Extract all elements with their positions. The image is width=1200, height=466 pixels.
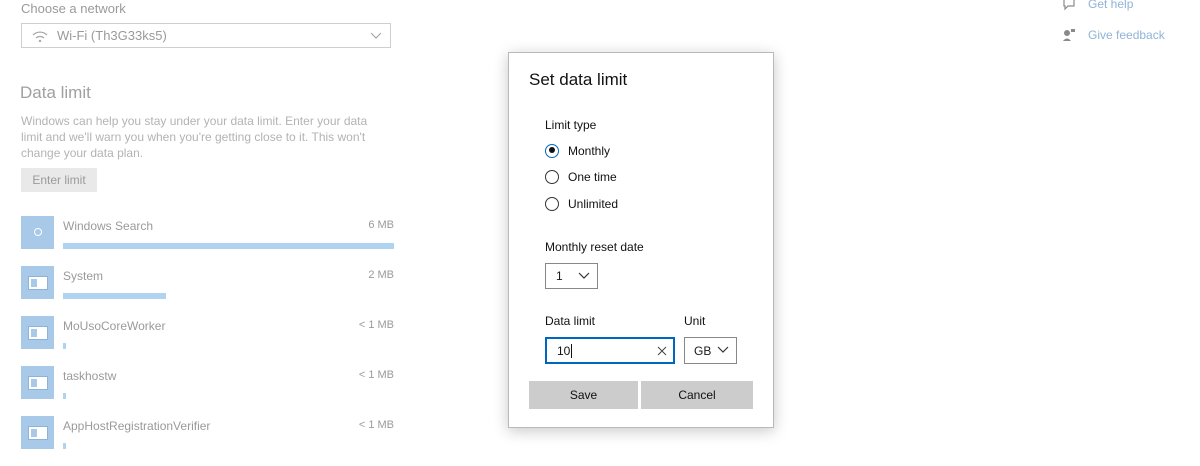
usage-bar-track	[63, 243, 394, 249]
unit-dropdown[interactable]: GB	[684, 337, 737, 364]
dialog-title: Set data limit	[529, 70, 628, 89]
data-limit-value: 10	[557, 343, 571, 358]
chevron-down-icon	[370, 32, 382, 39]
list-item[interactable]: Windows Search 6 MB	[21, 216, 395, 266]
app-size: < 1 MB	[358, 319, 394, 331]
app-size: < 1 MB	[358, 369, 394, 381]
usage-bar	[63, 293, 166, 299]
radio-button[interactable]	[545, 196, 559, 211]
chevron-down-icon	[717, 346, 729, 353]
data-limit-heading: Data limit	[20, 83, 91, 102]
data-limit-label: Data limit	[545, 314, 596, 328]
give-feedback-link[interactable]: Give feedback	[1062, 25, 1165, 45]
chevron-down-icon	[578, 272, 590, 279]
app-window-icon	[21, 316, 54, 349]
feedback-icon	[1063, 29, 1075, 41]
unit-value: GB	[694, 343, 712, 358]
radio-label: One time	[568, 170, 617, 184]
app-name: System	[63, 269, 104, 283]
help-chat-icon	[1063, 0, 1075, 11]
limit-type-radio-group: Monthly One time Unlimited	[545, 142, 618, 222]
app-name: MoUsoCoreWorker	[63, 319, 166, 333]
usage-bar-track	[63, 343, 394, 349]
list-item[interactable]: System 2 MB	[21, 266, 395, 316]
clear-icon[interactable]	[657, 346, 667, 356]
search-icon	[21, 216, 54, 249]
radio-label: Monthly	[568, 143, 611, 158]
usage-bar	[63, 393, 66, 399]
app-window-icon	[21, 416, 54, 449]
save-button[interactable]: Save	[529, 381, 638, 409]
usage-bar-track	[63, 293, 394, 299]
get-help-label: Get help	[1088, 0, 1134, 11]
list-item[interactable]: MoUsoCoreWorker < 1 MB	[21, 316, 395, 366]
list-item[interactable]: AppHostRegistrationVerifier < 1 MB	[21, 416, 395, 466]
reset-date-dropdown[interactable]: 1	[545, 263, 598, 289]
enter-limit-button[interactable]: Enter limit	[21, 168, 97, 192]
radio-button[interactable]	[545, 170, 559, 184]
usage-bar	[63, 443, 66, 449]
radio-one-time[interactable]: One time	[545, 169, 618, 186]
limit-type-label: Limit type	[545, 118, 597, 132]
radio-label: Unlimited	[568, 196, 619, 211]
help-links: Get help Give feedback	[1062, 0, 1165, 56]
app-window-icon	[21, 366, 54, 399]
get-help-link[interactable]: Get help	[1062, 0, 1165, 14]
radio-unlimited[interactable]: Unlimited	[545, 195, 618, 212]
usage-bar	[63, 343, 66, 349]
cancel-button[interactable]: Cancel	[641, 381, 753, 409]
reset-date-label: Monthly reset date	[545, 240, 644, 254]
usage-bar	[63, 243, 394, 249]
network-dropdown[interactable]: Wi-Fi (Th3G33ks5)	[21, 23, 391, 48]
text-caret	[571, 343, 573, 358]
give-feedback-label: Give feedback	[1088, 28, 1165, 42]
set-data-limit-dialog: Set data limit Limit type Monthly One ti…	[508, 52, 774, 428]
usage-bar-track	[63, 393, 394, 399]
usage-bar-track	[63, 443, 394, 449]
app-size: < 1 MB	[358, 419, 394, 431]
app-name: Windows Search	[63, 219, 154, 233]
app-window-icon	[21, 266, 54, 299]
reset-date-value: 1	[556, 269, 563, 283]
app-usage-list: Windows Search 6 MB System 2 MB MoUsoCor…	[21, 216, 395, 466]
app-name: AppHostRegistrationVerifier	[63, 419, 211, 433]
radio-monthly[interactable]: Monthly	[545, 142, 618, 159]
network-dropdown-value: Wi-Fi (Th3G33ks5)	[57, 28, 167, 43]
radio-button-selected[interactable]	[545, 143, 559, 158]
data-limit-description: Windows can help you stay under your dat…	[21, 114, 368, 160]
data-limit-input[interactable]: 10	[545, 337, 675, 364]
list-item[interactable]: taskhostw < 1 MB	[21, 366, 395, 416]
app-name: taskhostw	[63, 369, 117, 383]
choose-network-label: Choose a network	[21, 1, 126, 16]
app-size: 6 MB	[368, 219, 394, 231]
wifi-icon	[32, 30, 48, 42]
app-size: 2 MB	[368, 269, 394, 281]
unit-label: Unit	[684, 314, 706, 328]
